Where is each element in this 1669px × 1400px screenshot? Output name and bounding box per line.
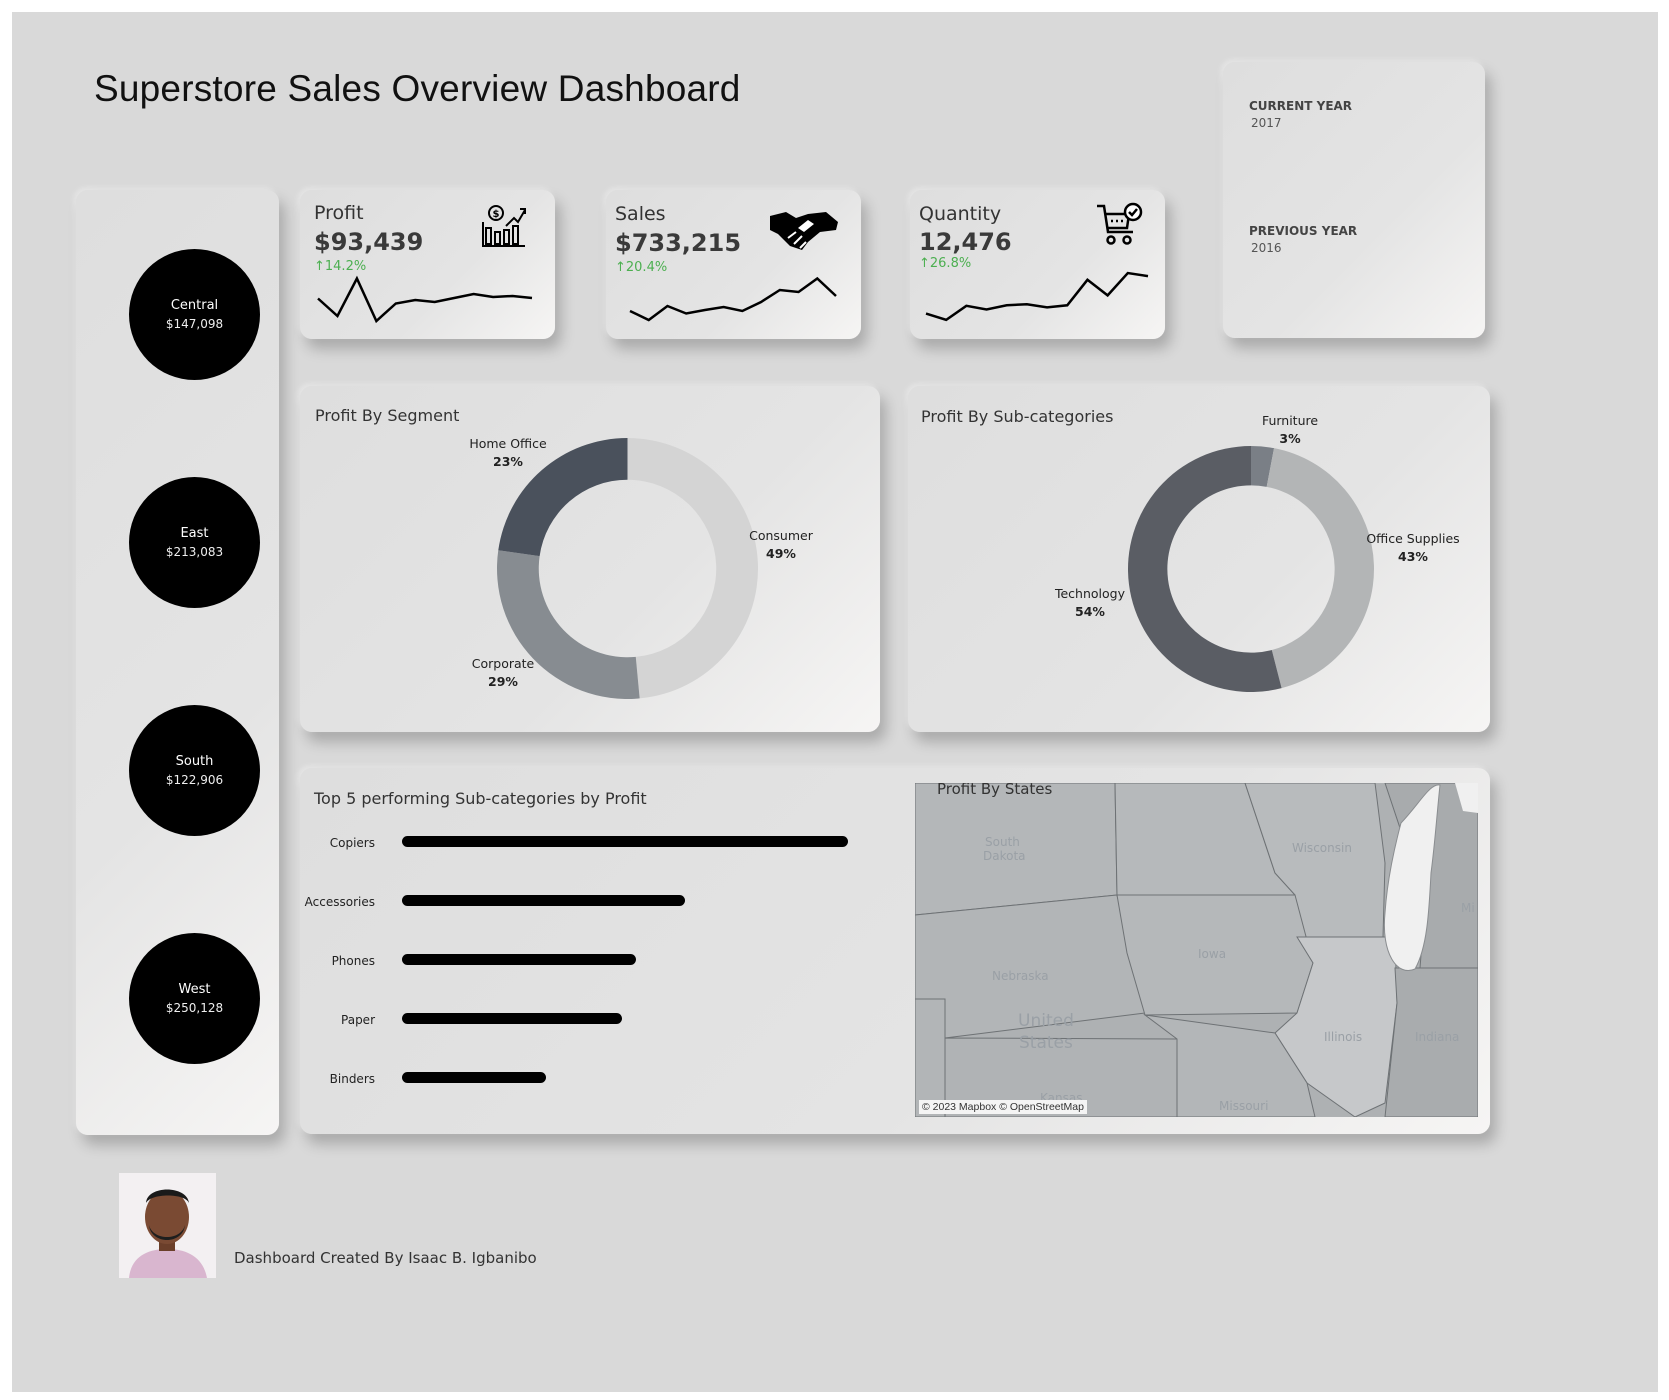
slice-name: Consumer	[749, 528, 813, 543]
map-attribution[interactable]: © 2023 Mapbox © OpenStreetMap	[919, 1100, 1087, 1114]
profit-sparkline	[317, 275, 533, 324]
sales-trend-line	[629, 276, 837, 322]
map-title: Profit By States	[937, 783, 1053, 798]
category-chart-card: Profit By Sub-categories Furniture 3% Of…	[908, 386, 1490, 732]
region-name: West	[178, 982, 211, 997]
profit-by-states-map[interactable]: Profit By States South Dakota Wisconsin …	[915, 783, 1478, 1117]
category-donut	[1128, 446, 1374, 692]
map-label: Illinois	[1324, 1030, 1363, 1044]
dashboard-title: Superstore Sales Overview Dashboard	[94, 68, 741, 109]
year-filter-panel: CURRENT YEAR 2017 PREVIOUS YEAR 2016	[1223, 62, 1485, 338]
bar-phones[interactable]	[402, 954, 637, 965]
bar-category: Copiers	[329, 836, 375, 850]
map-label: Nebraska	[992, 969, 1049, 983]
previous-year-value[interactable]: 2016	[1251, 241, 1282, 255]
slice-name: Corporate	[471, 656, 535, 671]
author-credit: Dashboard Created By Isaac B. Igbanibo	[234, 1249, 537, 1267]
kpi-card-profit[interactable]: Profit $93,439 ↑14.2% $	[300, 190, 555, 339]
map-label: Iowa	[1198, 947, 1227, 961]
map-states	[915, 783, 1478, 1117]
donut-label-technology: Technology 54%	[1044, 586, 1136, 619]
quantity-sparkline	[925, 271, 1149, 322]
map-label: Indiana	[1415, 1030, 1460, 1044]
slice-pct: 3%	[1279, 431, 1301, 446]
shopping-cart-check-icon	[1097, 202, 1143, 245]
slice-pct: 29%	[488, 674, 518, 689]
dashboard-canvas: Superstore Sales Overview Dashboard Cent…	[12, 12, 1658, 1392]
donut-label-furniture: Furniture 3%	[1240, 413, 1340, 446]
kpi-value: 12,476	[919, 228, 1012, 256]
kpi-label: Profit	[314, 202, 364, 224]
kpi-value: $93,439	[314, 228, 424, 256]
bar-accessories[interactable]	[402, 895, 686, 906]
map-country-label: United	[1018, 1011, 1074, 1031]
region-value: $213,083	[165, 545, 224, 559]
bottom-panel: Top 5 performing Sub-categories by Profi…	[300, 768, 1490, 1134]
region-central[interactable]: Central $147,098	[129, 249, 260, 380]
region-value: $122,906	[165, 773, 224, 787]
bar-paper[interactable]	[402, 1013, 622, 1024]
kpi-value: $733,215	[615, 229, 742, 257]
slice-name: Office Supplies	[1366, 531, 1460, 546]
handshake-icon	[770, 212, 838, 250]
sales-sparkline	[629, 276, 837, 322]
bar-category: Accessories	[304, 895, 375, 909]
svg-text:$: $	[493, 209, 500, 220]
donut-label-corporate: Corporate 29%	[458, 656, 548, 689]
donut-label-home-office: Home Office 23%	[462, 436, 554, 469]
region-value: $250,128	[165, 1001, 224, 1015]
region-name: East	[180, 526, 209, 541]
region-east[interactable]: East $213,083	[129, 477, 260, 608]
slice-pct: 43%	[1398, 549, 1428, 564]
chart-title: Profit By Segment	[315, 406, 460, 425]
author-photo	[119, 1173, 216, 1278]
segment-chart-card: Profit By Segment Home Office 23% Consum…	[300, 386, 880, 732]
map-label: South	[985, 835, 1020, 849]
slice-pct: 23%	[493, 454, 523, 469]
map-country-label: States	[1019, 1033, 1073, 1053]
previous-year-label: PREVIOUS YEAR	[1249, 224, 1358, 238]
current-year-value[interactable]: 2017	[1251, 116, 1282, 130]
bar-category: Paper	[341, 1013, 375, 1027]
slice-name: Technology	[1054, 586, 1126, 601]
donut-label-office-supplies: Office Supplies 43%	[1358, 531, 1468, 564]
donut-label-consumer: Consumer 49%	[736, 528, 826, 561]
bar-chart-dollar-icon: $	[482, 205, 526, 247]
map-label: Mi	[1461, 901, 1475, 915]
kpi-card-sales[interactable]: Sales $733,215 ↑20.4%	[606, 190, 861, 339]
kpi-label: Quantity	[919, 203, 1002, 225]
current-year-label: CURRENT YEAR	[1249, 99, 1353, 113]
donut-slice-office-supplies[interactable]	[1266, 448, 1374, 689]
region-value: $147,098	[165, 317, 224, 331]
avatar	[119, 1173, 216, 1278]
bar-category: Binders	[329, 1072, 375, 1086]
slice-name: Home Office	[469, 436, 547, 451]
region-name: Central	[170, 298, 219, 313]
donut-slice-consumer[interactable]	[627, 438, 759, 699]
slice-pct: 49%	[766, 546, 796, 561]
region-name: South	[175, 754, 214, 769]
slice-name: Furniture	[1261, 413, 1319, 428]
map-label: Missouri	[1219, 1099, 1269, 1113]
chart-title: Top 5 performing Sub-categories by Profi…	[314, 789, 647, 808]
bar-binders[interactable]	[402, 1072, 547, 1083]
kpi-card-quantity[interactable]: Quantity 12,476 ↑26.8%	[910, 190, 1165, 339]
region-south[interactable]: South $122,906	[129, 705, 260, 836]
slice-pct: 54%	[1075, 604, 1105, 619]
bar-category: Phones	[331, 954, 375, 968]
kpi-label: Sales	[615, 203, 666, 225]
bar-copiers[interactable]	[402, 836, 848, 847]
map-label: Wisconsin	[1292, 841, 1352, 855]
region-west[interactable]: West $250,128	[129, 933, 260, 1064]
quantity-trend-line	[925, 271, 1149, 322]
chart-title: Profit By Sub-categories	[921, 407, 1114, 426]
profit-trend-line	[317, 275, 533, 324]
map-label: Dakota	[983, 849, 1026, 863]
